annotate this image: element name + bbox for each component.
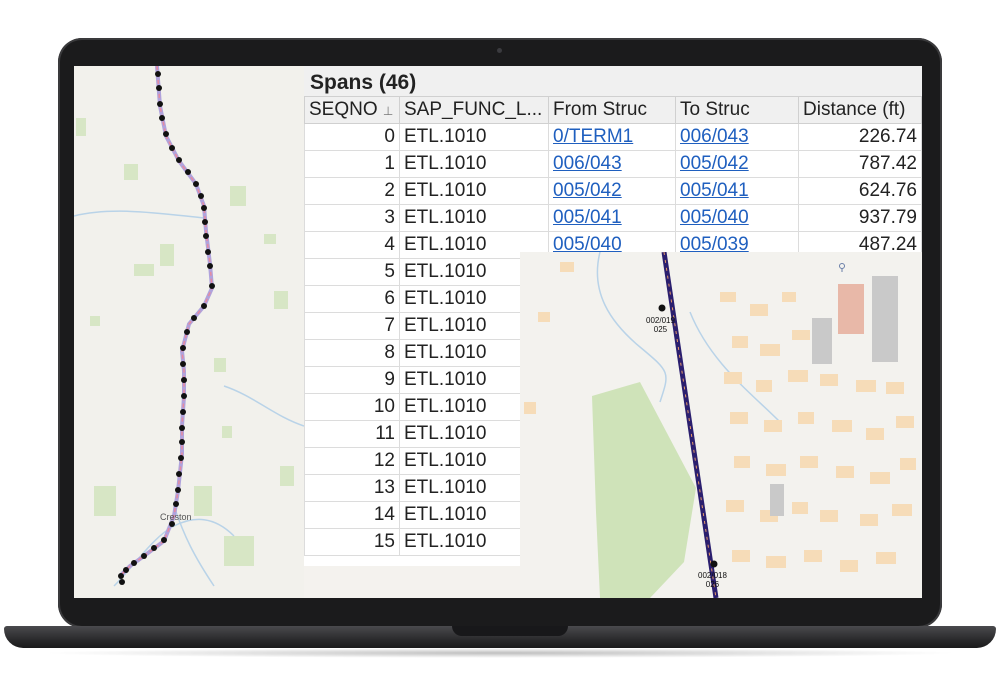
structure-label-bottom: 002/018 026 [698, 571, 727, 589]
structure-id: 002/019 [646, 316, 675, 325]
cell-to-struc: 005/040 [675, 204, 799, 232]
cell-to-struc: 005/041 [675, 177, 799, 205]
column-header-sap-func[interactable]: SAP_FUNC_L... [399, 96, 549, 124]
cell-seqno: 14 [304, 501, 400, 529]
cell-distance: 226.74 [798, 123, 922, 151]
cell-seqno: 12 [304, 447, 400, 475]
cell-from-struc: 0/TERM1 [548, 123, 676, 151]
detail-map[interactable]: 002/019 025 002/018 026 [520, 252, 922, 598]
cell-seqno: 8 [304, 339, 400, 367]
cell-sap-func: ETL.1010 [399, 123, 549, 151]
cell-to-struc: 006/043 [675, 123, 799, 151]
structure-seq: 026 [705, 580, 720, 589]
town-label: Creston [160, 512, 192, 522]
camera-icon [497, 48, 502, 53]
structure-link[interactable]: 005/041 [553, 207, 622, 228]
cell-seqno: 6 [304, 285, 400, 313]
cell-seqno: 11 [304, 420, 400, 448]
structure-link[interactable]: 006/043 [680, 126, 749, 147]
cell-seqno: 2 [304, 177, 400, 205]
structure-link[interactable]: 006/043 [553, 153, 622, 174]
cell-seqno: 1 [304, 150, 400, 178]
column-header-label: SEQNO [309, 99, 378, 120]
cell-seqno: 3 [304, 204, 400, 232]
structure-link[interactable]: 005/041 [680, 180, 749, 201]
cell-seqno: 4 [304, 231, 400, 259]
column-header-seqno[interactable]: SEQNO ⊥ [304, 96, 400, 124]
park-area [592, 382, 696, 598]
cell-distance: 624.76 [798, 177, 922, 205]
cell-seqno: 7 [304, 312, 400, 340]
structure-node[interactable] [658, 304, 666, 312]
screen: Creston Spans (46) SEQNO ⊥ SAP_FUNC_L...… [74, 66, 922, 598]
structure-link[interactable]: 005/042 [553, 180, 622, 201]
table-row[interactable]: 2 ETL.1010 005/042 005/041 624.76 [304, 177, 922, 205]
table-row[interactable]: 1 ETL.1010 006/043 005/042 787.42 [304, 150, 922, 178]
column-header-from-struc[interactable]: From Struc [548, 96, 676, 124]
laptop-base [4, 626, 996, 648]
cell-seqno: 5 [304, 258, 400, 286]
cell-seqno: 10 [304, 393, 400, 421]
cell-seqno: 15 [304, 528, 400, 556]
cell-to-struc: 005/042 [675, 150, 799, 178]
table-row[interactable]: 3 ETL.1010 005/041 005/040 937.79 [304, 204, 922, 232]
sort-ascending-icon: ⊥ [382, 104, 394, 118]
detail-map-canvas [524, 252, 916, 598]
cell-seqno: 13 [304, 474, 400, 502]
table-title: Spans (46) [304, 66, 922, 96]
map-pin-icon [839, 263, 845, 272]
structure-node[interactable] [710, 560, 718, 568]
laptop-notch [452, 626, 568, 636]
structure-seq: 025 [653, 325, 668, 334]
structure-id: 002/018 [698, 571, 727, 580]
cell-distance: 937.79 [798, 204, 922, 232]
cell-from-struc: 005/042 [548, 177, 676, 205]
table-row[interactable]: 0 ETL.1010 0/TERM1 006/043 226.74 [304, 123, 922, 151]
cell-sap-func: ETL.1010 [399, 177, 549, 205]
column-header-to-struc[interactable]: To Struc [675, 96, 799, 124]
structure-link[interactable]: 005/042 [680, 153, 749, 174]
cell-seqno: 9 [304, 366, 400, 394]
cell-distance: 787.42 [798, 150, 922, 178]
structure-link[interactable]: 005/040 [680, 207, 749, 228]
column-header-distance[interactable]: Distance (ft) [798, 96, 922, 124]
cell-from-struc: 006/043 [548, 150, 676, 178]
overview-map[interactable]: Creston [74, 66, 304, 598]
structure-label-top: 002/019 025 [646, 316, 675, 334]
cell-from-struc: 005/041 [548, 204, 676, 232]
cell-seqno: 0 [304, 123, 400, 151]
cell-sap-func: ETL.1010 [399, 150, 549, 178]
structure-link[interactable]: 0/TERM1 [553, 126, 633, 147]
laptop-shadow [40, 648, 960, 658]
cell-sap-func: ETL.1010 [399, 204, 549, 232]
